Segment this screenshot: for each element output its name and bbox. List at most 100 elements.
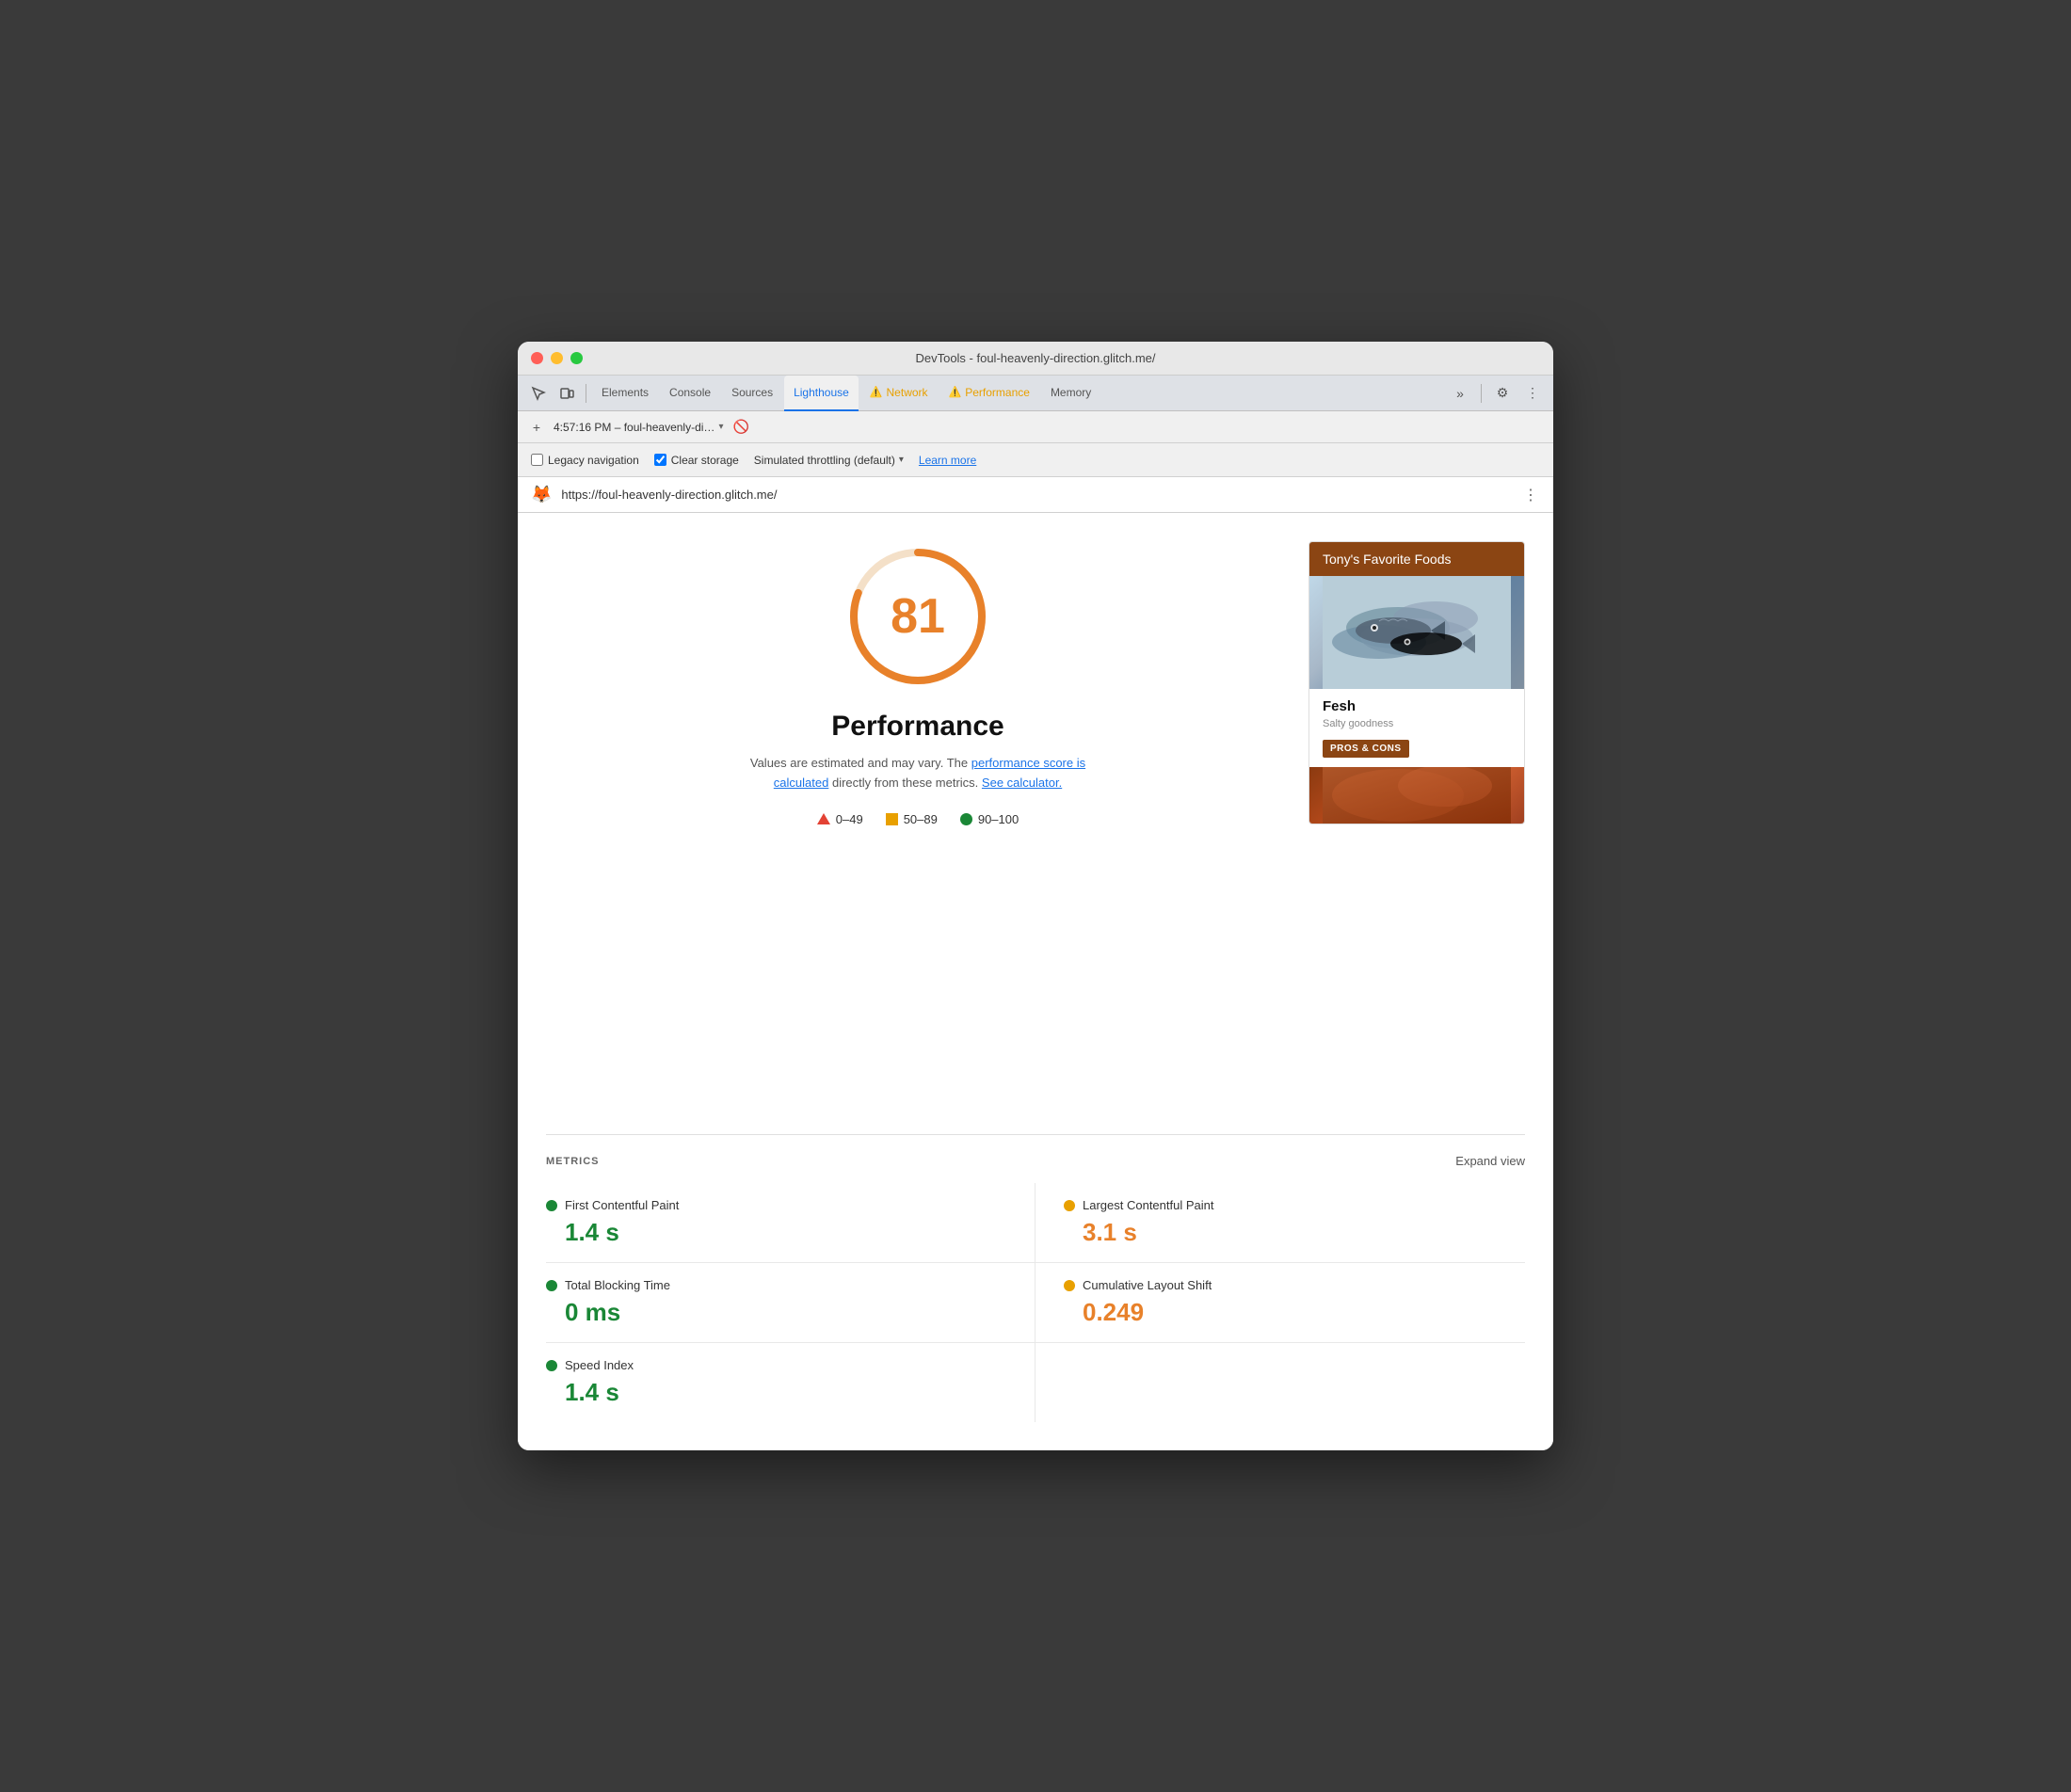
cls-label-row: Cumulative Layout Shift [1064, 1278, 1525, 1292]
expand-view-button[interactable]: Expand view [1455, 1154, 1525, 1168]
learn-more-link[interactable]: Learn more [919, 454, 976, 467]
cls-label: Cumulative Layout Shift [1083, 1278, 1212, 1292]
window-title: DevTools - foul-heavenly-direction.glitc… [915, 351, 1155, 365]
lcp-label: Largest Contentful Paint [1083, 1198, 1213, 1212]
metrics-header: METRICS Expand view [546, 1154, 1525, 1168]
tab-memory[interactable]: Memory [1041, 376, 1100, 411]
session-selector[interactable]: 4:57:16 PM – foul-heavenly-di… ▾ [554, 421, 723, 434]
preview-body: Fesh Salty goodness PROS & CONS [1309, 689, 1524, 767]
fcp-label: First Contentful Paint [565, 1198, 679, 1212]
main-content: 81 Performance Values are estimated and … [518, 513, 1553, 1115]
tab-performance-label: Performance [965, 386, 1030, 399]
performance-description: Values are estimated and may vary. The p… [730, 754, 1106, 793]
tab-network-label: Network [887, 386, 928, 399]
toolbar: + 4:57:16 PM – foul-heavenly-di… ▾ 🚫 [518, 411, 1553, 443]
si-label-row: Speed Index [546, 1358, 1006, 1372]
score-legend: 0–49 50–89 90–100 [817, 812, 1019, 826]
tab-sources[interactable]: Sources [722, 376, 782, 411]
legend-good: 90–100 [960, 812, 1019, 826]
tab-performance[interactable]: ⚠️ Performance [939, 376, 1039, 411]
tab-lighthouse[interactable]: Lighthouse [784, 376, 859, 411]
preview-fish-image [1309, 576, 1524, 689]
tab-network[interactable]: ⚠️ Network [860, 376, 938, 411]
tabs-overflow: » ⚙ ⋮ [1447, 380, 1546, 407]
average-range: 50–89 [904, 812, 938, 826]
fish-svg [1309, 576, 1524, 689]
lcp-label-row: Largest Contentful Paint [1064, 1198, 1525, 1212]
add-button[interactable]: + [527, 418, 546, 437]
site-icon: 🦊 [531, 485, 552, 504]
fail-range: 0–49 [836, 812, 863, 826]
fail-icon [817, 813, 830, 824]
cls-value: 0.249 [1064, 1298, 1525, 1327]
tab-memory-label: Memory [1051, 386, 1091, 399]
average-icon [886, 813, 898, 825]
desc-static: Values are estimated and may vary. The [750, 756, 968, 770]
device-toolbar-icon[interactable] [554, 380, 580, 407]
calculator-link[interactable]: See calculator. [982, 776, 1062, 790]
metrics-divider [546, 1134, 1525, 1135]
legacy-nav-label: Legacy navigation [548, 454, 639, 467]
url-bar: 🦊 https://foul-heavenly-direction.glitch… [518, 477, 1553, 513]
session-caret: ▾ [718, 422, 723, 432]
tab-sources-label: Sources [731, 386, 773, 399]
legend-fail: 0–49 [817, 812, 863, 826]
good-range: 90–100 [978, 812, 1019, 826]
tab-elements[interactable]: Elements [592, 376, 658, 411]
minimize-button[interactable] [551, 352, 563, 364]
settings-icon[interactable]: ⚙ [1489, 380, 1516, 407]
tbt-label: Total Blocking Time [565, 1278, 670, 1292]
metric-fcp: First Contentful Paint 1.4 s [546, 1183, 1036, 1263]
options-row: Legacy navigation Clear storage Simulate… [518, 443, 1553, 477]
score-circle-container: 81 [843, 541, 993, 692]
title-bar: DevTools - foul-heavenly-direction.glitc… [518, 342, 1553, 376]
more-options-icon[interactable]: ⋮ [1519, 380, 1546, 407]
clear-storage-label: Clear storage [671, 454, 739, 467]
clear-storage-checkbox-label[interactable]: Clear storage [654, 454, 739, 467]
fcp-label-row: First Contentful Paint [546, 1198, 1006, 1212]
right-divider [1481, 384, 1482, 403]
legend-average: 50–89 [886, 812, 938, 826]
url-more-options[interactable]: ⋮ [1523, 486, 1540, 504]
left-panel: 81 Performance Values are estimated and … [546, 541, 1308, 1087]
metric-cls: Cumulative Layout Shift 0.249 [1036, 1263, 1525, 1343]
pros-cons-button[interactable]: PROS & CONS [1323, 740, 1409, 758]
preview-second-image [1309, 767, 1524, 824]
metrics-grid: First Contentful Paint 1.4 s Largest Con… [546, 1183, 1525, 1422]
devtools-window: DevTools - foul-heavenly-direction.glitc… [518, 342, 1553, 1450]
tbt-status-dot [546, 1280, 557, 1291]
throttle-label: Simulated throttling (default) [754, 454, 895, 467]
more-tabs-button[interactable]: » [1447, 380, 1473, 407]
si-value: 1.4 s [546, 1378, 1006, 1407]
food-desc: Salty goodness [1323, 718, 1511, 729]
cls-status-dot [1064, 1280, 1075, 1291]
network-warning-icon: ⚠️ [870, 386, 883, 398]
metrics-title: METRICS [546, 1156, 600, 1167]
legacy-nav-checkbox-label[interactable]: Legacy navigation [531, 454, 639, 467]
fcp-status-dot [546, 1200, 557, 1211]
lcp-status-dot [1064, 1200, 1075, 1211]
score-number: 81 [891, 588, 945, 645]
url-text: https://foul-heavenly-direction.glitch.m… [561, 488, 1514, 502]
metric-lcp: Largest Contentful Paint 3.1 s [1036, 1183, 1525, 1263]
inspect-element-icon[interactable] [525, 380, 552, 407]
tab-console-label: Console [669, 386, 711, 399]
clear-storage-checkbox[interactable] [654, 454, 666, 466]
throttle-select[interactable]: Simulated throttling (default) ▾ [754, 454, 904, 467]
good-icon [960, 813, 972, 825]
no-icon[interactable]: 🚫 [730, 417, 751, 438]
traffic-lights [531, 352, 583, 364]
session-text: 4:57:16 PM – foul-heavenly-di… [554, 421, 714, 434]
fcp-value: 1.4 s [546, 1218, 1006, 1247]
tab-console[interactable]: Console [660, 376, 720, 411]
tbt-value: 0 ms [546, 1298, 1006, 1327]
maximize-button[interactable] [570, 352, 583, 364]
close-button[interactable] [531, 352, 543, 364]
metric-tbt: Total Blocking Time 0 ms [546, 1263, 1036, 1343]
performance-warning-icon: ⚠️ [949, 386, 962, 398]
devtools-tabs-bar: Elements Console Sources Lighthouse ⚠️ N… [518, 376, 1553, 411]
preview-header: Tony's Favorite Foods [1309, 542, 1524, 576]
tab-elements-label: Elements [602, 386, 649, 399]
legacy-nav-checkbox[interactable] [531, 454, 543, 466]
lcp-value: 3.1 s [1064, 1218, 1525, 1247]
